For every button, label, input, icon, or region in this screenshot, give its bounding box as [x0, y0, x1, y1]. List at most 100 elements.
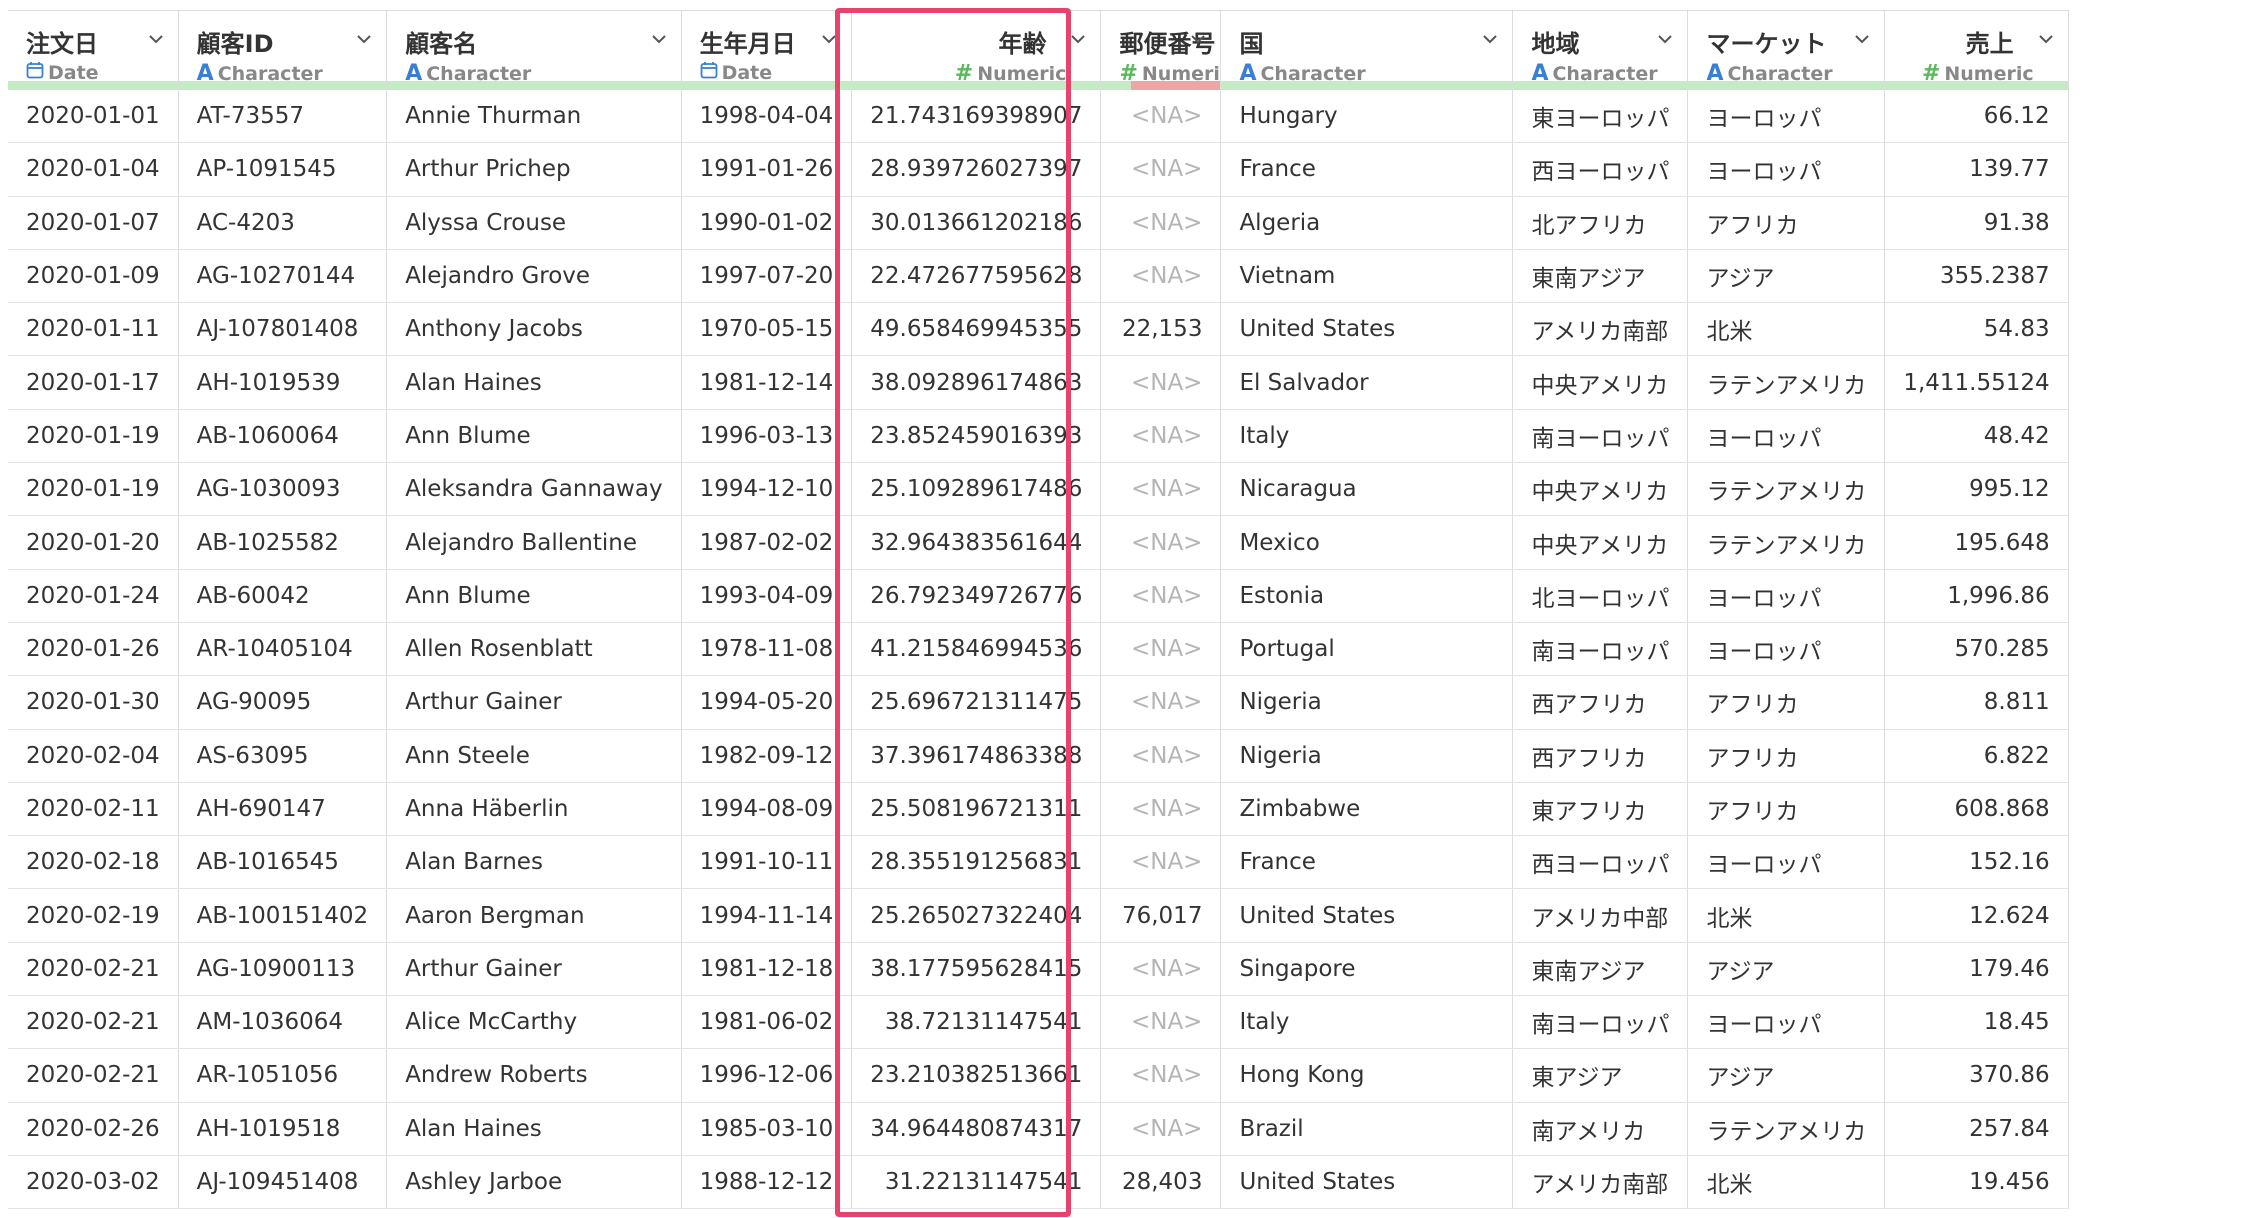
table-cell[interactable]: 1994-11-14 [681, 888, 853, 943]
table-cell[interactable]: ヨーロッパ [1687, 90, 1886, 144]
table-cell[interactable]: 19.456 [1884, 1155, 2069, 1210]
table-cell[interactable]: 8.811 [1884, 675, 2069, 730]
table-cell[interactable]: 179.46 [1884, 942, 2069, 997]
table-cell[interactable]: アメリカ南部 [1512, 1155, 1689, 1210]
table-cell[interactable]: 1981-12-18 [681, 942, 853, 997]
table-cell[interactable]: <NA> [1100, 675, 1222, 730]
table-cell[interactable]: アメリカ中部 [1512, 888, 1689, 943]
table-cell[interactable]: AJ-107801408 [178, 302, 388, 357]
table-cell[interactable]: 1994-05-20 [681, 675, 853, 730]
column-header[interactable]: 顧客名 A Character [386, 10, 682, 90]
table-cell[interactable]: 中央アメリカ [1512, 462, 1689, 517]
table-cell[interactable]: 30.013661202186 [851, 196, 1102, 250]
table-cell[interactable]: 1991-10-11 [681, 835, 853, 890]
table-cell[interactable]: 49.658469945355 [851, 302, 1102, 357]
table-cell[interactable]: 2020-02-21 [8, 995, 179, 1050]
table-row[interactable]: 2020-01-07 AC-4203 Alyssa Crouse 1990-01-02… [8, 196, 2069, 250]
table-cell[interactable]: ヨーロッパ [1687, 995, 1886, 1050]
table-cell[interactable]: ヨーロッパ [1687, 569, 1886, 623]
table-cell[interactable]: <NA> [1100, 409, 1222, 464]
table-cell[interactable]: Nigeria [1220, 675, 1514, 730]
column-header[interactable]: 売上 # Numeric [1884, 10, 2069, 90]
table-cell[interactable]: 南ヨーロッパ [1512, 409, 1689, 464]
column-header[interactable]: 年齢 # Numeric [851, 10, 1102, 90]
table-cell[interactable]: Andrew Roberts [386, 1048, 682, 1103]
table-cell[interactable]: 152.16 [1884, 835, 2069, 890]
table-cell[interactable]: Annie Thurman [386, 90, 682, 144]
table-cell[interactable]: <NA> [1100, 729, 1222, 783]
table-cell[interactable]: 1,996.86 [1884, 569, 2069, 623]
table-cell[interactable]: <NA> [1100, 142, 1222, 197]
table-cell[interactable]: 2020-01-30 [8, 675, 179, 730]
table-cell[interactable]: 北米 [1687, 1155, 1886, 1210]
table-cell[interactable]: 25.265027322404 [851, 888, 1102, 943]
table-cell[interactable]: 38.092896174863 [851, 355, 1102, 410]
column-header[interactable]: 郵便番号#Numeric [1100, 10, 1222, 90]
table-cell[interactable]: 2020-01-07 [8, 196, 179, 250]
table-cell[interactable]: 2020-01-24 [8, 569, 179, 623]
table-cell[interactable]: 22.472677595628 [851, 249, 1102, 304]
table-cell[interactable]: <NA> [1100, 1048, 1222, 1103]
table-cell[interactable]: <NA> [1100, 569, 1222, 623]
table-cell[interactable]: AB-60042 [178, 569, 388, 623]
table-cell[interactable]: 38.72131147541 [851, 995, 1102, 1050]
chevron-down-icon[interactable] [356, 33, 371, 47]
table-cell[interactable]: 2020-01-01 [8, 90, 179, 144]
table-cell[interactable]: AH-1019518 [178, 1102, 388, 1156]
table-cell[interactable]: Hong Kong [1220, 1048, 1514, 1103]
table-cell[interactable]: <NA> [1100, 90, 1222, 144]
table-cell[interactable]: 28.355191256831 [851, 835, 1102, 890]
table-cell[interactable]: ヨーロッパ [1687, 835, 1886, 890]
table-cell[interactable]: 2020-01-19 [8, 462, 179, 517]
table-cell[interactable]: United States [1220, 888, 1514, 943]
table-cell[interactable]: 2020-02-21 [8, 1048, 179, 1103]
chevron-down-icon[interactable] [821, 33, 836, 47]
table-cell[interactable]: ヨーロッパ [1687, 622, 1886, 677]
table-cell[interactable]: AB-1016545 [178, 835, 388, 890]
table-cell[interactable]: 東南アジア [1512, 942, 1689, 997]
table-cell[interactable]: 2020-03-02 [8, 1155, 179, 1210]
table-cell[interactable]: 32.964383561644 [851, 515, 1102, 570]
table-cell[interactable]: AS-63095 [178, 729, 388, 783]
table-cell[interactable]: Algeria [1220, 196, 1514, 250]
table-cell[interactable]: AR-10405104 [178, 622, 388, 677]
table-cell[interactable]: AG-10270144 [178, 249, 388, 304]
table-cell[interactable]: <NA> [1100, 462, 1222, 517]
table-row[interactable]: 2020-01-19 AG-1030093 Aleksandra Gannaway 1… [8, 462, 2069, 517]
column-header[interactable]: 国 A Character [1220, 10, 1514, 90]
table-cell[interactable]: 1994-08-09 [681, 782, 853, 837]
table-cell[interactable]: <NA> [1100, 835, 1222, 890]
table-cell[interactable]: <NA> [1100, 622, 1222, 677]
table-row[interactable]: 2020-01-19 AB-1060064 Ann Blume 1996-03-13 2… [8, 409, 2069, 464]
table-cell[interactable]: Aaron Bergman [386, 888, 682, 943]
table-cell[interactable]: 中央アメリカ [1512, 515, 1689, 570]
table-cell[interactable]: 23.852459016393 [851, 409, 1102, 464]
table-cell[interactable]: Portugal [1220, 622, 1514, 677]
table-row[interactable]: 2020-02-11 AH-690147 Anna Häberlin 1994-08-… [8, 782, 2069, 837]
table-cell[interactable]: Nicaragua [1220, 462, 1514, 517]
table-cell[interactable]: アフリカ [1687, 675, 1886, 730]
table-cell[interactable]: Zimbabwe [1220, 782, 1514, 837]
table-cell[interactable]: AB-100151402 [178, 888, 388, 943]
table-cell[interactable]: ラテンアメリカ [1687, 515, 1886, 570]
table-cell[interactable]: 西ヨーロッパ [1512, 142, 1689, 197]
table-cell[interactable]: El Salvador [1220, 355, 1514, 410]
table-cell[interactable]: 東南アジア [1512, 249, 1689, 304]
table-cell[interactable]: United States [1220, 302, 1514, 357]
table-row[interactable]: 2020-02-26 AH-1019518 Alan Haines 1985-03-1… [8, 1102, 2069, 1156]
table-cell[interactable]: United States [1220, 1155, 1514, 1210]
table-cell[interactable]: 1982-09-12 [681, 729, 853, 783]
table-cell[interactable]: 1996-12-06 [681, 1048, 853, 1103]
table-cell[interactable]: Brazil [1220, 1102, 1514, 1156]
table-cell[interactable]: 2020-02-21 [8, 942, 179, 997]
table-cell[interactable]: Alan Haines [386, 1102, 682, 1156]
table-row[interactable]: 2020-01-24 AB-60042 Ann Blume 1993-04-09 26.… [8, 569, 2069, 623]
table-cell[interactable]: Vietnam [1220, 249, 1514, 304]
table-cell[interactable]: Aleksandra Gannaway [386, 462, 682, 517]
table-cell[interactable]: <NA> [1100, 249, 1222, 304]
table-row[interactable]: 2020-02-21 AG-10900113 Arthur Gainer 1981-1… [8, 942, 2069, 997]
column-header[interactable]: 注文日 Date [8, 10, 179, 90]
column-header[interactable]: 顧客ID A Character [178, 10, 388, 90]
table-cell[interactable]: Nigeria [1220, 729, 1514, 783]
table-cell[interactable]: 1991-01-26 [681, 142, 853, 197]
